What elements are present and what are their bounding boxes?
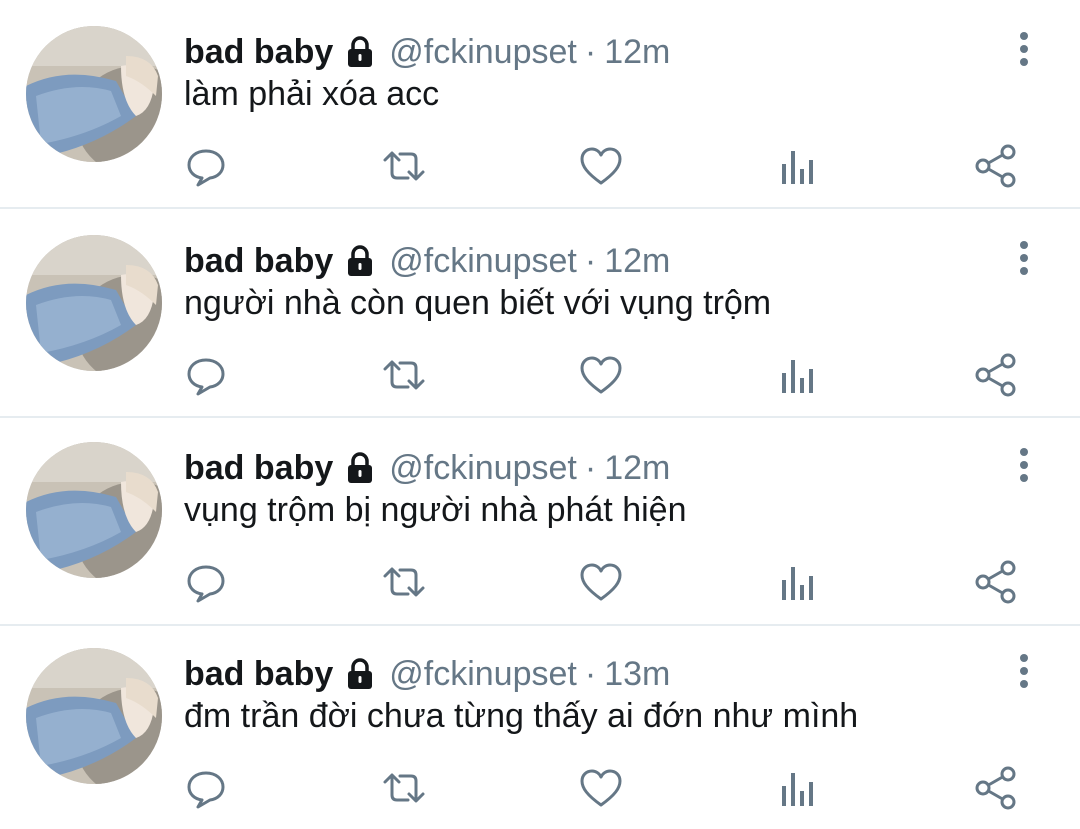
- share-icon[interactable]: [972, 142, 1020, 190]
- retweet-icon[interactable]: [380, 764, 428, 812]
- lock-icon: [348, 245, 373, 276]
- action-bar: [0, 558, 1080, 608]
- separator-dot: ·: [584, 655, 597, 693]
- heart-icon[interactable]: [577, 351, 625, 399]
- heart-icon[interactable]: [577, 558, 625, 606]
- analytics-icon[interactable]: [774, 558, 822, 606]
- display-name[interactable]: bad baby: [184, 239, 333, 283]
- heart-icon[interactable]: [577, 764, 625, 812]
- timestamp[interactable]: 12m: [604, 30, 670, 74]
- timestamp[interactable]: 12m: [604, 239, 670, 283]
- share-icon[interactable]: [972, 558, 1020, 606]
- username-handle[interactable]: @fckinupset: [389, 652, 577, 696]
- username-handle[interactable]: @fckinupset: [389, 30, 577, 74]
- separator-dot: ·: [584, 33, 597, 71]
- tweet[interactable]: bad baby @fckinupset · 12m người nhà còn…: [0, 209, 1080, 416]
- analytics-icon[interactable]: [774, 142, 822, 190]
- reply-icon[interactable]: [182, 558, 230, 606]
- more-vertical-icon[interactable]: [1008, 446, 1040, 486]
- share-icon[interactable]: [972, 351, 1020, 399]
- tweet-header: bad baby @fckinupset · 12m: [184, 446, 670, 490]
- reply-icon[interactable]: [182, 351, 230, 399]
- lock-icon: [348, 452, 373, 483]
- tweet-header: bad baby @fckinupset · 12m: [184, 239, 670, 283]
- display-name[interactable]: bad baby: [184, 652, 333, 696]
- tweet[interactable]: bad baby @fckinupset · 12m làm phải xóa …: [0, 0, 1080, 207]
- username-handle[interactable]: @fckinupset: [389, 446, 577, 490]
- action-bar: [0, 351, 1080, 401]
- lock-icon: [348, 658, 373, 689]
- analytics-icon[interactable]: [774, 764, 822, 812]
- separator-dot: ·: [584, 449, 597, 487]
- tweet-text: đm trần đời chưa từng thấy ai đớn như mì…: [184, 697, 859, 735]
- tweet-header: bad baby @fckinupset · 12m: [184, 30, 670, 74]
- reply-icon[interactable]: [182, 142, 230, 190]
- tweet[interactable]: bad baby @fckinupset · 12m vụng trộm bị …: [0, 416, 1080, 623]
- tweet-text: vụng trộm bị người nhà phát hiện: [184, 491, 687, 529]
- timestamp[interactable]: 13m: [604, 652, 670, 696]
- display-name[interactable]: bad baby: [184, 30, 333, 74]
- timestamp[interactable]: 12m: [604, 446, 670, 490]
- tweet-feed: bad baby @fckinupset · 12m làm phải xóa …: [0, 0, 1080, 826]
- retweet-icon[interactable]: [380, 142, 428, 190]
- more-vertical-icon[interactable]: [1008, 30, 1040, 70]
- share-icon[interactable]: [972, 764, 1020, 812]
- reply-icon[interactable]: [182, 764, 230, 812]
- more-vertical-icon[interactable]: [1008, 239, 1040, 279]
- separator-dot: ·: [584, 242, 597, 280]
- tweet-text: làm phải xóa acc: [184, 75, 440, 113]
- tweet[interactable]: bad baby @fckinupset · 13m đm trần đời c…: [0, 622, 1080, 829]
- tweet-text: người nhà còn quen biết với vụng trộm: [184, 284, 772, 322]
- retweet-icon[interactable]: [380, 558, 428, 606]
- action-bar: [0, 142, 1080, 192]
- action-bar: [0, 764, 1080, 814]
- analytics-icon[interactable]: [774, 351, 822, 399]
- display-name[interactable]: bad baby: [184, 446, 333, 490]
- username-handle[interactable]: @fckinupset: [389, 239, 577, 283]
- tweet-header: bad baby @fckinupset · 13m: [184, 652, 670, 696]
- more-vertical-icon[interactable]: [1008, 652, 1040, 692]
- heart-icon[interactable]: [577, 142, 625, 190]
- lock-icon: [348, 36, 373, 67]
- retweet-icon[interactable]: [380, 351, 428, 399]
